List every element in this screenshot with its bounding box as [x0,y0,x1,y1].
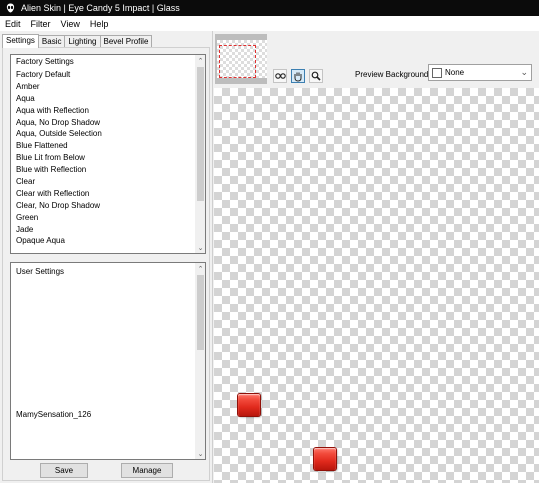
navigator-thumbnail[interactable] [215,34,267,84]
scroll-up-icon[interactable]: ⌃ [195,263,205,274]
preset-item[interactable]: Aqua with Reflection [11,105,196,117]
scroll-down-icon[interactable]: ⌄ [195,448,205,459]
preset-item[interactable]: Aqua [11,93,196,105]
preview-background-value: None [445,68,465,77]
zoom-magnifier-icon[interactable] [309,69,323,83]
preset-item[interactable]: Clear with Reflection [11,188,196,200]
preset-item[interactable]: Aqua, No Drop Shadow [11,117,196,129]
menu-edit[interactable]: Edit [0,19,26,29]
preview-canvas[interactable] [214,88,539,483]
user-settings-list[interactable]: User Settings MamySensation_126 ⌃ ⌄ [10,262,206,460]
background-swatch [432,67,442,78]
preview-panel: Preview Background: None ⌄ [212,31,539,483]
factory-settings-header: Factory Settings [16,57,74,66]
preset-item[interactable]: Green [11,212,196,224]
settings-tab-panel: Factory Settings Factory Default Amber A… [2,47,210,481]
preview-background-select[interactable]: None ⌄ [428,64,532,81]
glass-square-effect [238,394,260,416]
hand-pan-icon[interactable] [291,69,305,83]
tab-settings[interactable]: Settings [2,34,39,48]
preset-item[interactable]: Blue Flattened [11,140,196,152]
menu-filter[interactable]: Filter [26,19,56,29]
preset-item[interactable]: Jade [11,224,196,236]
user-settings-header: User Settings [16,267,65,276]
alien-skin-app-icon [5,3,15,13]
preset-item[interactable]: MamySensation_126 [11,409,91,421]
preset-item[interactable]: Clear, No Drop Shadow [11,200,196,212]
menu-view[interactable]: View [56,19,85,29]
scroll-thumb[interactable] [197,67,204,201]
chevron-down-icon: ⌄ [520,67,528,77]
menu-bar: Edit Filter View Help [0,16,539,31]
preset-item[interactable]: Blue with Reflection [11,164,196,176]
user-list-scrollbar[interactable]: ⌃ ⌄ [194,263,205,459]
preset-item[interactable]: Opaque Aqua [11,235,196,247]
scroll-down-icon[interactable]: ⌄ [195,242,205,253]
glass-square-effect [314,448,336,470]
preset-item[interactable]: Aqua, Outside Selection [11,128,196,140]
preset-item[interactable]: Blue Lit from Below [11,152,196,164]
settings-panel: Settings Basic Lighting Bevel Profile Fa… [0,31,212,483]
scroll-thumb[interactable] [197,275,204,350]
zoom-to-fit-icon[interactable] [273,69,287,83]
factory-settings-list[interactable]: Factory Settings Factory Default Amber A… [10,54,206,254]
factory-list-scrollbar[interactable]: ⌃ ⌄ [194,55,205,253]
menu-help[interactable]: Help [85,19,114,29]
manage-button[interactable]: Manage [121,463,173,478]
tab-strip: Settings Basic Lighting Bevel Profile [2,34,153,48]
save-button[interactable]: Save [40,463,88,478]
view-rectangle[interactable] [219,45,256,78]
preset-item[interactable]: Amber [11,81,196,93]
scroll-up-icon[interactable]: ⌃ [195,55,205,66]
preview-background-label: Preview Background: [355,70,431,79]
title-bar: Alien Skin | Eye Candy 5 Impact | Glass [0,0,539,16]
thumbnail-image [217,40,267,78]
window-title: Alien Skin | Eye Candy 5 Impact | Glass [21,3,180,13]
preset-item[interactable]: Factory Default [11,69,196,81]
preset-item[interactable]: Clear [11,176,196,188]
